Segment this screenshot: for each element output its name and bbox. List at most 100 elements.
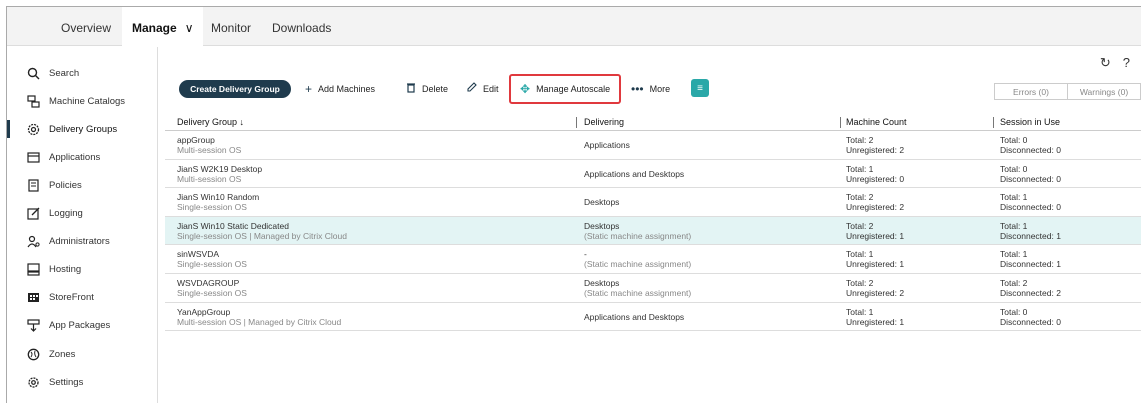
delete-label: Delete [422, 84, 449, 94]
session-disconnected: Disconnected: 0 [1000, 316, 1061, 327]
autoscale-icon: ✥ [520, 82, 531, 96]
table-row[interactable]: JianS W2K19 Desktop Multi-session OS Appl… [165, 160, 1141, 189]
add-machines-button[interactable]: + Add Machines [305, 80, 375, 98]
sidebar-item-storefront[interactable]: StoreFront [7, 286, 158, 308]
cell-session-in-use: Total: 1 Disconnected: 0 [1000, 192, 1061, 212]
table-row[interactable]: appGroup Multi-session OS Applications To… [165, 131, 1141, 160]
delivering-assignment: (Static machine assignment) [584, 230, 692, 241]
table-row-selected[interactable]: JianS Win10 Static Dedicated Single-sessi… [165, 216, 1141, 246]
table-row[interactable]: YanAppGroup Multi-session OS | Managed by… [165, 303, 1141, 332]
table-row[interactable]: sinWSVDA Single-session OS - (Static machi… [165, 245, 1141, 274]
column-header-delivery-group[interactable]: Delivery Group ↓ [177, 117, 244, 127]
machine-unregistered: Unregistered: 1 [846, 230, 905, 241]
group-name: JianS Win10 Random [177, 192, 260, 203]
sidebar-item-machine-catalogs[interactable]: Machine Catalogs [7, 90, 158, 112]
cell-session-in-use: Total: 0 Disconnected: 0 [1000, 135, 1061, 155]
delivering-assignment: (Static machine assignment) [584, 287, 692, 298]
zones-icon [26, 347, 40, 361]
machine-total: Total: 1 [846, 306, 874, 317]
administrators-icon [26, 234, 40, 248]
delete-button[interactable]: Delete [406, 80, 448, 98]
group-os: Single-session OS [177, 202, 247, 213]
create-delivery-group-button[interactable]: Create Delivery Group [179, 80, 291, 98]
machine-catalogs-icon [26, 94, 40, 108]
sidebar-item-search[interactable]: Search [7, 62, 158, 84]
tab-monitor[interactable]: Monitor [211, 21, 251, 35]
group-os: Multi-session OS | Managed by Citrix Clo… [177, 316, 342, 327]
group-os: Single-session OS [177, 259, 247, 270]
table-row[interactable]: JianS Win10 Random Single-session OS Desk… [165, 188, 1141, 217]
session-disconnected: Disconnected: 0 [1000, 173, 1061, 184]
sidebar-item-app-packages[interactable]: App Packages [7, 314, 158, 336]
session-total: Total: 0 [1000, 306, 1028, 317]
delivering-assignment: (Static machine assignment) [584, 259, 692, 270]
cell-name: appGroup Multi-session OS [177, 135, 241, 155]
tab-manage[interactable]: Manage ∨ [122, 7, 204, 46]
cell-machine-count: Total: 1 Unregistered: 1 [846, 307, 904, 327]
sidebar-item-settings[interactable]: Settings [7, 371, 158, 393]
sidebar-item-zones[interactable]: Zones [7, 343, 158, 365]
sidebar-item-applications[interactable]: Applications [7, 146, 158, 168]
more-button[interactable]: ••• More [631, 80, 670, 98]
cell-session-in-use: Total: 2 Disconnected: 2 [1000, 278, 1061, 298]
sidebar-item-label: Delivery Groups [49, 123, 118, 135]
main-panel: ↻ ? Create Delivery Group + Add Machines… [159, 47, 1141, 403]
tab-overview[interactable]: Overview [61, 21, 111, 35]
sidebar-item-logging[interactable]: Logging [7, 202, 158, 224]
delivering-type: Desktops [584, 277, 620, 288]
sidebar-item-label: Applications [49, 151, 101, 163]
sidebar-item-label: Zones [49, 348, 76, 360]
tab-downloads[interactable]: Downloads [272, 21, 331, 35]
column-header-delivering[interactable]: Delivering [584, 117, 624, 127]
warnings-button[interactable]: Warnings (0) [1068, 84, 1140, 99]
chat-icon[interactable]: ≡ [691, 79, 709, 97]
column-header-session-in-use[interactable]: Session in Use [1000, 117, 1060, 127]
cell-delivering: Applications and Desktops [584, 169, 684, 179]
help-icon[interactable]: ? [1123, 55, 1130, 71]
cell-delivering: Desktops (Static machine assignment) [584, 278, 691, 298]
edit-button[interactable]: Edit [466, 80, 499, 98]
column-divider [576, 117, 577, 128]
sidebar-item-hosting[interactable]: Hosting [7, 258, 158, 280]
chevron-down-icon[interactable]: ∨ [185, 21, 194, 35]
cell-name: JianS Win10 Random Single-session OS [177, 192, 259, 212]
machine-total: Total: 2 [846, 135, 874, 145]
sidebar-item-label: Settings [49, 376, 84, 388]
cell-session-in-use: Total: 0 Disconnected: 0 [1000, 164, 1061, 184]
cell-session-in-use: Total: 0 Disconnected: 0 [1000, 307, 1061, 327]
table-row[interactable]: WSVDAGROUP Single-session OS Desktops (Sta… [165, 274, 1141, 303]
group-name: YanAppGroup [177, 306, 231, 317]
errors-button[interactable]: Errors (0) [995, 84, 1068, 99]
session-disconnected: Disconnected: 0 [1000, 145, 1061, 155]
machine-total: Total: 1 [846, 249, 874, 260]
sidebar-item-administrators[interactable]: Administrators [7, 230, 158, 252]
machine-unregistered: Unregistered: 2 [846, 145, 905, 155]
group-name: JianS Win10 Static Dedicated [177, 220, 289, 231]
session-total: Total: 0 [1000, 135, 1028, 145]
edit-label: Edit [483, 84, 499, 94]
group-os: Multi-session OS [177, 145, 242, 155]
sidebar-item-delivery-groups[interactable]: Delivery Groups [7, 118, 158, 140]
manage-autoscale-button[interactable]: ✥ Manage Autoscale [520, 80, 610, 98]
session-total: Total: 1 [1000, 220, 1028, 231]
machine-unregistered: Unregistered: 0 [846, 173, 905, 184]
sidebar-item-policies[interactable]: Policies [7, 174, 158, 196]
delivery-groups-table: Delivery Group ↓ Delivering Machine Coun… [165, 114, 1141, 332]
delivering-type: Applications and Desktops [584, 168, 685, 179]
app-frame: Overview Manage ∨ Monitor Downloads Searc… [6, 6, 1141, 403]
machine-unregistered: Unregistered: 1 [846, 316, 905, 327]
top-right-actions: ↻ ? [1100, 55, 1130, 71]
hosting-icon [26, 262, 40, 276]
session-total: Total: 1 [1000, 192, 1028, 203]
app-packages-icon [26, 318, 40, 332]
delivering-type: Applications [584, 140, 630, 150]
delivering-type: Applications and Desktops [584, 311, 685, 322]
top-nav: Overview Manage ∨ Monitor Downloads [7, 7, 1141, 46]
refresh-icon[interactable]: ↻ [1100, 55, 1111, 71]
cell-delivering: Desktops (Static machine assignment) [584, 221, 691, 241]
session-disconnected: Disconnected: 0 [1000, 202, 1061, 213]
sidebar-item-label: App Packages [49, 319, 111, 331]
delivering-type: Desktops [584, 220, 620, 231]
column-header-machine-count[interactable]: Machine Count [846, 117, 907, 127]
group-name: JianS W2K19 Desktop [177, 163, 263, 174]
